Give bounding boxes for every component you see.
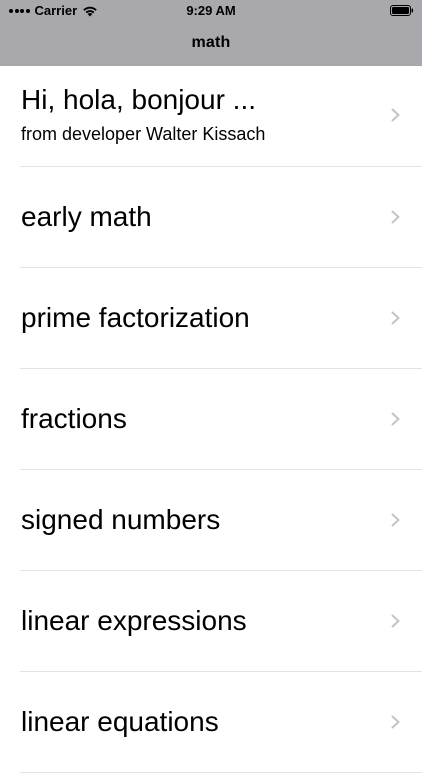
list-item-label: Hi, hola, bonjour ... [21,84,257,115]
chevron-right-icon [391,715,400,729]
list-item-signed-numbers[interactable]: signed numbers [0,470,422,571]
list-item-linear-expressions[interactable]: linear expressions [0,571,422,672]
status-time: 9:29 AM [186,3,236,18]
list-item-label: linear expressions [21,605,247,636]
chevron-right-icon [391,210,400,224]
list-item-label: prime factorization [21,302,250,333]
list-item-label: early math [21,201,152,232]
navigation-header: Carrier 9:29 AM math [0,0,422,66]
list-item-intro[interactable]: Hi, hola, bonjour ... from developer Wal… [0,66,422,167]
topic-list: Hi, hola, bonjour ... from developer Wal… [0,66,422,773]
chevron-right-icon [391,108,400,122]
chevron-right-icon [391,311,400,325]
chevron-right-icon [391,614,400,628]
list-item-subtitle: from developer Walter Kissach [21,124,266,144]
list-item-prime-factorization[interactable]: prime factorization [0,268,422,369]
list-item-label: fractions [21,403,127,434]
chevron-right-icon [391,412,400,426]
nav-title: math [191,34,231,51]
list-item-label: linear equations [21,706,219,737]
list-item-label: signed numbers [21,504,221,535]
list-item-fractions[interactable]: fractions [0,369,422,470]
battery-icon [390,5,413,16]
status-bar: Carrier 9:29 AM [0,0,422,22]
list-item-early-math[interactable]: early math [0,167,422,268]
list-item-linear-equations[interactable]: linear equations [0,672,422,773]
chevron-right-icon [391,513,400,527]
